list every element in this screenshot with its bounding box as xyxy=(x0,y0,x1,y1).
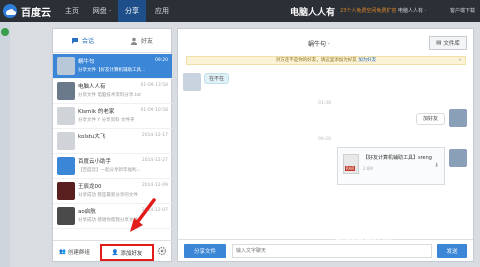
baidu-cloud-logo[interactable]: 百度云 xyxy=(2,3,51,19)
avatar xyxy=(57,132,75,150)
conversation-name: ao启航 xyxy=(78,209,96,215)
conversation-time: 2014-12-09 xyxy=(141,183,168,188)
send-button[interactable]: 发送 xyxy=(437,244,467,258)
file-name: 【好友计算机辅助工具】sreng xyxy=(363,155,432,161)
top-navigation-bar: 百度云 主页 网盘 · 分享 应用 电脑人人有 23个人免费空间免费扩容 电脑人… xyxy=(0,0,480,22)
conversation-preview: 分享文件【好友计算机辅助工具... xyxy=(78,68,146,73)
conversation-preview: 【百度云】一起分享新年福利... xyxy=(78,168,141,173)
file-library-label: 文件库 xyxy=(443,41,460,47)
conversation-preview: 分享文件 电脑技术资料分享.txt xyxy=(78,93,142,98)
nav-apps[interactable]: 应用 xyxy=(148,0,176,22)
conversation-item[interactable]: Kismik 的老家 分享文件 Y 分享资料 文件夹 01-09 10:58 xyxy=(53,104,172,129)
main-nav: 主页 网盘 · 分享 应用 xyxy=(58,0,178,22)
conversation-time: 2014-12-27 xyxy=(141,158,168,163)
conversation-item[interactable]: kolstu大飞 2014-12-17 xyxy=(53,129,172,154)
conversation-time: 2014-12-17 xyxy=(141,133,168,138)
file-library-button[interactable]: ▤ 文件库 xyxy=(429,36,467,50)
shared-file-card[interactable]: RAR 【好友计算机辅助工具】sreng 2.6M ⬇ xyxy=(337,147,445,185)
conversation-name: 蜗牛句 xyxy=(78,59,95,65)
promo-link[interactable]: 23个人免费空间免费扩容 xyxy=(340,7,396,14)
outgoing-message: 加好友 xyxy=(415,113,445,125)
add-friend-link[interactable]: 加为好友 xyxy=(358,58,376,63)
chat-panel: 蜗牛句 · ▤ 文件库 对方还不是你的好友，请这里添加为好友 加为好友 × 在不… xyxy=(177,28,474,262)
nav-home[interactable]: 主页 xyxy=(58,0,86,22)
tab-chat[interactable]: 会话 xyxy=(53,29,112,52)
avatar xyxy=(449,109,467,127)
conversation-name: kolstu大飞 xyxy=(78,134,106,140)
avatar xyxy=(57,182,75,200)
conversation-time: 01-09 10:58 xyxy=(140,108,168,113)
avatar xyxy=(57,107,75,125)
nav-netdisk[interactable]: 网盘 · xyxy=(88,0,116,22)
share-file-button[interactable]: 分享文件 xyxy=(184,244,226,258)
client-download-link[interactable]: 客户端下载 xyxy=(450,7,475,14)
conversation-name: 百度云小助手 xyxy=(78,159,112,165)
watermark: Baidu经验 xyxy=(335,230,394,243)
conversation-item[interactable]: 电脑人人有 分享文件 电脑技术资料分享.txt 01-09 13:58 xyxy=(53,79,172,104)
avatar xyxy=(449,149,467,167)
left-edge-strip xyxy=(0,22,10,267)
tab-friends-label: 好友 xyxy=(140,38,153,45)
group-icon: 👥 xyxy=(59,248,66,255)
add-friend-button[interactable]: 👤 添加好友 xyxy=(100,244,154,261)
avatar xyxy=(57,82,75,100)
red-arrow-annotation-icon xyxy=(130,198,156,232)
peer-avatar xyxy=(183,73,201,91)
chat-title[interactable]: 蜗牛句 · xyxy=(308,39,330,48)
status-dot-icon xyxy=(1,28,9,36)
add-person-icon: 👤 xyxy=(111,249,119,256)
message-input-row: 分享文件 发送 xyxy=(178,239,473,261)
file-type-badge: RAR xyxy=(345,166,356,171)
nav-share[interactable]: 分享 xyxy=(118,0,146,22)
cloud-logo-icon xyxy=(3,4,17,18)
conversation-preview: 分享文件 Y 分享资料 文件夹 xyxy=(78,118,135,123)
rar-file-icon: RAR xyxy=(343,154,359,174)
friend-notice-bar: 对方还不是你的好友，请这里添加为好友 加为好友 × xyxy=(186,56,466,65)
gear-icon[interactable] xyxy=(157,246,167,256)
conversation-time: 01-09 13:58 xyxy=(140,83,168,88)
tab-chat-label: 会话 xyxy=(81,38,94,45)
message-time: 09:20 xyxy=(318,137,331,142)
conversation-name: Kismik 的老家 xyxy=(78,109,115,115)
person-icon xyxy=(130,37,138,45)
user-brand-art: 电脑人人有 xyxy=(290,8,336,18)
conversation-actions: 👥 创建群组 👤 添加好友 xyxy=(53,240,172,262)
add-friend-label: 添加好友 xyxy=(120,250,143,257)
conversation-name: 王辰龙00 xyxy=(78,184,102,190)
create-group-button[interactable]: 👥 创建群组 xyxy=(53,248,96,256)
message-time: 01:38 xyxy=(318,101,331,106)
download-icon[interactable]: ⬇ xyxy=(434,162,439,169)
user-menu[interactable]: 电脑人人有 · xyxy=(398,7,426,14)
close-icon[interactable]: × xyxy=(458,57,462,65)
conversation-tabs: 会话 好友 xyxy=(53,29,171,53)
conversation-item[interactable]: 蜗牛句 分享文件【好友计算机辅助工具... 09:20 xyxy=(53,54,172,79)
avatar xyxy=(57,57,75,75)
chat-bubble-icon xyxy=(71,37,78,44)
avatar xyxy=(57,207,75,225)
message-input[interactable] xyxy=(232,244,432,258)
conversation-name: 电脑人人有 xyxy=(78,84,106,90)
logo-text: 百度云 xyxy=(21,7,51,19)
file-size: 2.6M xyxy=(363,166,373,171)
conversation-item[interactable]: 百度云小助手 【百度云】一起分享新年福利... 2014-12-27 xyxy=(53,154,172,179)
conversation-time: 09:20 xyxy=(155,58,168,63)
tab-friends[interactable]: 好友 xyxy=(112,29,171,52)
notice-text: 对方还不是你的好友，请这里添加为好友 xyxy=(275,58,357,63)
avatar xyxy=(57,157,75,175)
incoming-message: 在不在 xyxy=(204,73,230,84)
create-group-label: 创建群组 xyxy=(67,249,90,256)
folder-icon: ▤ xyxy=(436,40,442,46)
